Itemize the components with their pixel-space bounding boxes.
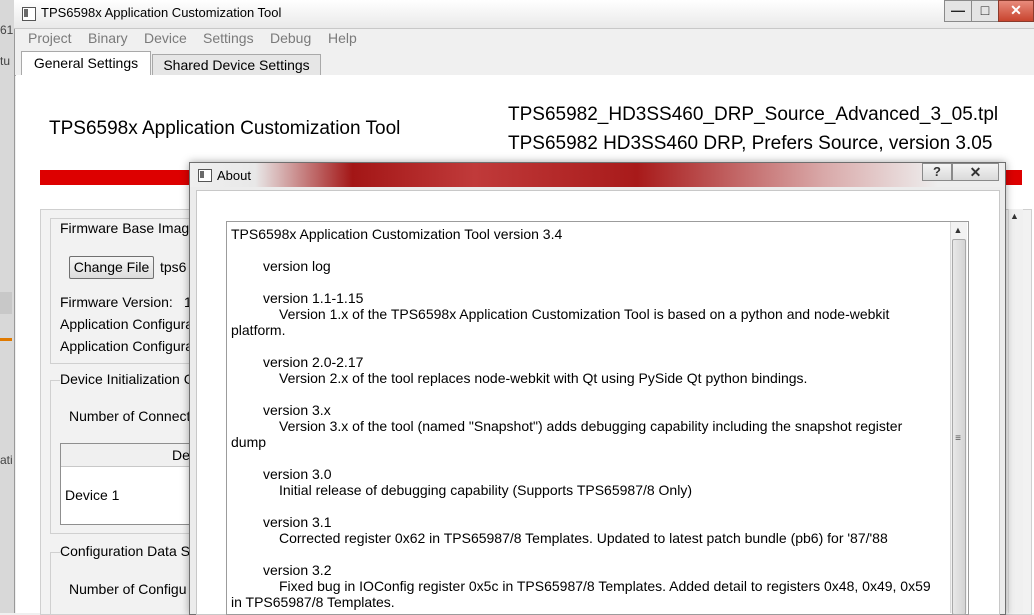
dialog-icon bbox=[198, 169, 212, 182]
log-line: in TPS65987/8 Templates. bbox=[231, 594, 395, 610]
device-initialization-group-label: Device Initialization C bbox=[60, 371, 194, 387]
device-table-header[interactable]: Devi bbox=[61, 444, 200, 467]
change-file-button[interactable]: Change File bbox=[69, 256, 154, 279]
menu-device[interactable]: Device bbox=[144, 30, 187, 46]
background-text-fragment: tu bbox=[0, 54, 11, 68]
background-element bbox=[0, 292, 12, 314]
tab-general-settings[interactable]: General Settings bbox=[21, 51, 151, 76]
version-log-textbox[interactable]: TPS6598x Application Customization Tool … bbox=[226, 221, 969, 615]
app-icon bbox=[22, 7, 36, 21]
app-heading: TPS6598x Application Customization Tool bbox=[49, 118, 401, 139]
log-line: version 3.2 bbox=[263, 562, 332, 578]
template-description: TPS65982 HD3SS460 DRP, Prefers Source, v… bbox=[508, 133, 993, 154]
log-line: dump bbox=[231, 434, 267, 450]
application-configuration-label: Application Configura bbox=[60, 338, 194, 354]
background-text-fragment: 61 bbox=[0, 23, 14, 37]
maximize-button[interactable]: □ bbox=[971, 0, 999, 22]
log-line: version 3.x bbox=[263, 402, 331, 418]
log-line: version 3.1 bbox=[263, 514, 332, 530]
template-filename: TPS65982_HD3SS460_DRP_Source_Advanced_3_… bbox=[508, 104, 999, 125]
firmware-group-label: Firmware Base Imag bbox=[60, 220, 190, 236]
log-line: Initial release of debugging capability … bbox=[279, 482, 692, 498]
menu-help[interactable]: Help bbox=[328, 30, 357, 46]
number-connected-label: Number of Connect bbox=[69, 408, 191, 424]
log-line: version 2.0-2.17 bbox=[263, 354, 364, 370]
menu-binary[interactable]: Binary bbox=[88, 30, 128, 46]
log-line: Corrected register 0x62 in TPS65987/8 Te… bbox=[279, 530, 888, 546]
menu-settings[interactable]: Settings bbox=[203, 30, 254, 46]
scroll-grip-icon: ≡ bbox=[955, 433, 961, 444]
firmware-file-name: tps6 bbox=[160, 259, 187, 275]
main-scrollbar[interactable] bbox=[1008, 209, 1023, 613]
dialog-help-button[interactable]: ? bbox=[922, 163, 952, 181]
about-dialog-title: About bbox=[217, 168, 251, 183]
background-element bbox=[0, 338, 12, 341]
configuration-data-group-label: Configuration Data S bbox=[60, 543, 190, 559]
log-line: Fixed bug in IOConfig register 0x5c in T… bbox=[279, 578, 931, 594]
scroll-up-arrow[interactable]: ▲ bbox=[950, 222, 966, 238]
menu-project[interactable]: Project bbox=[28, 30, 72, 46]
log-line: Version 1.x of the TPS6598x Application … bbox=[279, 306, 890, 322]
log-line: version 1.1-1.15 bbox=[263, 290, 364, 306]
log-line: Version 3.x of the tool (named "Snapshot… bbox=[279, 418, 903, 434]
menu-debug[interactable]: Debug bbox=[270, 30, 311, 46]
about-dialog-title-bar bbox=[190, 163, 1003, 187]
log-line: version 3.0 bbox=[263, 466, 332, 482]
tab-shared-device-settings[interactable]: Shared Device Settings bbox=[152, 54, 321, 75]
version-heading: TPS6598x Application Customization Tool … bbox=[231, 226, 563, 242]
background-text-fragment: ati bbox=[0, 453, 13, 467]
close-button[interactable]: ✕ bbox=[998, 0, 1034, 22]
firmware-version-label: Firmware Version: bbox=[60, 294, 173, 310]
log-line: version log bbox=[263, 258, 331, 274]
main-scroll-up-arrow[interactable]: ▲ bbox=[1010, 211, 1019, 221]
window-title: TPS6598x Application Customization Tool bbox=[41, 5, 282, 20]
minimize-button[interactable]: — bbox=[944, 0, 972, 22]
device-row[interactable]: Device 1 bbox=[65, 487, 119, 503]
scroll-thumb[interactable] bbox=[952, 239, 966, 615]
log-line: platform. bbox=[231, 322, 286, 338]
log-line: Version 2.x of the tool replaces node-we… bbox=[279, 370, 808, 386]
application-configuration-label: Application Configura bbox=[60, 316, 194, 332]
dialog-close-button[interactable]: ✕ bbox=[952, 163, 999, 181]
number-configurations-label: Number of Configu bbox=[69, 581, 187, 597]
